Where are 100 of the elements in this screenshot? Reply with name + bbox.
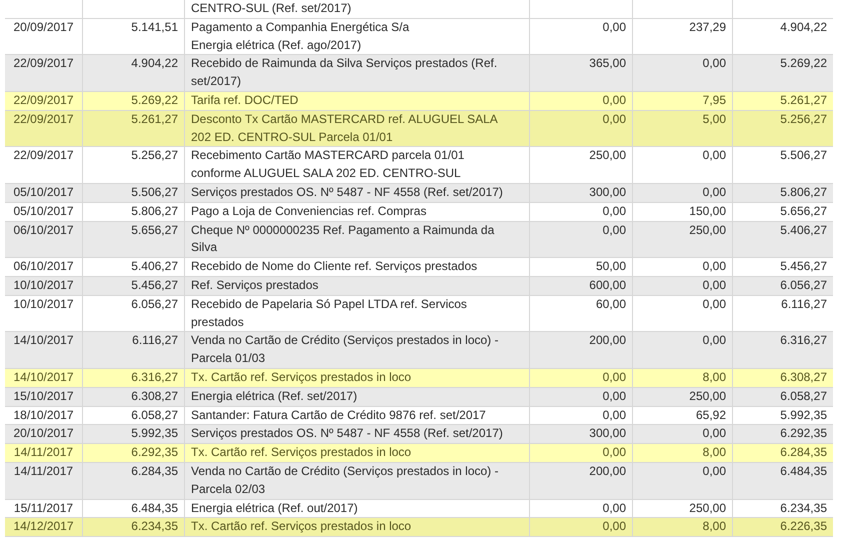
balance-cell: 5.256,27 [780,112,827,126]
amount-cell: 5.269,22 [131,92,178,107]
balance-cell: 6.116,27 [781,296,827,311]
amount-cell: 200,00 [589,464,626,478]
amount-cell: 0,00 [602,112,626,126]
amount-cell: 237,29 [689,20,726,34]
amount-cell: 0,00 [602,204,626,218]
amount-cell: 5.261,27 [131,112,178,126]
amount-cell: 200,00 [589,333,626,348]
amount-cell: 0,00 [702,296,726,311]
amount-cell: 0,00 [702,184,726,199]
balance-cell: 6.484,35 [780,464,827,478]
amount-cell: 0,00 [702,259,726,274]
amount-cell: 5.141,51 [131,20,178,34]
amount-cell: 0,00 [602,92,626,107]
amount-cell: 6.284,35 [131,464,178,478]
amount-cell: 0,00 [702,333,726,348]
date-cell: 20/09/2017 [13,20,74,34]
description-cell-text: Serviços prestados OS. Nº 5487 - NF 4558 (Ref. set/2017) [191,184,503,201]
balance-cell: 5.269,22 [780,56,827,70]
amount-cell: 8,00 [702,370,726,384]
description-cell-text: Pago a Loja de Conveniencias ref. Compras [191,202,426,220]
amount-cell: 6.308,27 [131,388,178,403]
balance-cell: 5.992,35 [780,408,827,422]
amount-cell: 0,00 [702,426,726,440]
amount-cell: 250,00 [689,500,726,515]
amount-cell: 6.292,35 [131,445,178,460]
description-cell-text: Desconto Tx Cartão MASTERCARD ref. ALUGUEL SALA 202 ED. CENTRO-SUL Parcela 01/01 [191,110,498,146]
amount-cell: 5.406,27 [131,259,178,274]
date-cell: 18/10/2017 [13,408,74,422]
amount-cell: 5.256,27 [131,148,178,162]
amount-cell: 250,00 [589,148,626,162]
date-cell: 06/10/2017 [13,222,74,237]
amount-cell: 0,00 [702,56,726,70]
amount-cell: 4.904,22 [131,56,178,70]
balance-cell: 6.284,35 [780,445,827,460]
amount-cell: 0,00 [702,464,726,478]
amount-cell: 8,00 [702,445,726,460]
balance-cell: 6.234,35 [780,500,827,515]
amount-cell: 0,00 [702,278,726,292]
amount-cell: 0,00 [702,148,726,162]
amount-cell: 6.484,35 [131,500,178,515]
date-cell: 15/11/2017 [14,500,74,515]
balance-cell: 6.226,35 [780,519,827,534]
amount-cell: 5.456,27 [131,278,178,292]
description-cell-text: Energia elétrica (Ref. out/2017) [191,500,358,517]
balance-cell: 5.261,27 [780,92,827,107]
amount-cell: 150,00 [689,204,726,218]
date-cell: 22/09/2017 [13,92,74,107]
description-cell-text: Venda no Cartão de Crédito (Serviços prestados in loco) - Parcela 01/03 [191,332,498,368]
amount-cell: 8,00 [702,519,726,534]
amount-cell: 60,00 [596,296,626,311]
description-cell-text: CENTRO-SUL (Ref. set/2017) [191,0,352,17]
description-cell-text: Recebimento Cartão MASTERCARD parcela 01/01 conforme ALUGUEL SALA 202 ED. CENTRO-SUL [191,147,464,182]
description-cell-text: Tx. Cartão ref. Serviços prestados in loco [191,444,412,462]
amount-cell: 600,00 [589,278,626,292]
description-cell-text: Recebido de Nome do Cliente ref. Serviços prestados [191,258,478,276]
balance-cell: 6.316,27 [780,333,827,348]
amount-cell: 300,00 [589,184,626,199]
amount-cell: 65,92 [696,408,726,422]
date-cell: 14/10/2017 [13,370,74,384]
balance-cell: 6.308,27 [780,370,827,384]
balance-cell: 4.904,22 [780,20,827,34]
amount-cell: 250,00 [689,222,726,237]
amount-cell: 5,00 [702,112,726,126]
amount-cell: 0,00 [602,222,626,237]
date-cell: 14/11/2017 [14,464,74,478]
amount-cell: 300,00 [589,426,626,440]
date-cell: 14/10/2017 [13,333,74,348]
description-cell-text: Venda no Cartão de Crédito (Serviços prestados in loco) - Parcela 02/03 [191,462,498,498]
amount-cell: 250,00 [689,388,726,403]
description-cell-text: Pagamento a Companhia Energética S/a Energia elétrica (Ref. ago/2017) [191,18,410,54]
description-cell-text: Santander: Fatura Cartão de Crédito 9876 ref. set/2017 [191,406,486,424]
description-cell-text: Recebido de Papelaria Só Papel LTDA ref. Servicos prestados [191,296,467,331]
date-cell: 14/12/2017 [13,519,74,534]
date-cell: 22/09/2017 [13,56,74,70]
balance-cell: 5.406,27 [780,222,827,237]
amount-cell: 365,00 [589,56,626,70]
amount-cell: 0,00 [602,519,626,534]
date-cell: 15/10/2017 [13,388,74,403]
date-cell: 20/10/2017 [13,426,74,440]
amount-cell: 6.316,27 [131,370,178,384]
date-cell: 10/10/2017 [13,296,74,311]
amount-cell: 50,00 [596,259,626,274]
balance-cell: 5.656,27 [780,204,827,218]
date-cell: 06/10/2017 [13,259,74,274]
description-cell-text: Cheque Nº 0000000235 Ref. Pagamento a Raimunda da Silva [191,222,494,256]
amount-cell: 0,00 [602,408,626,422]
date-cell: 22/09/2017 [13,112,74,126]
description-cell-text: Tx. Cartão ref. Serviços prestados in loco [191,368,412,386]
balance-cell: 6.058,27 [780,388,827,403]
amount-cell: 7,95 [702,92,726,107]
amount-cell: 6.116,27 [132,333,178,348]
amount-cell: 0,00 [602,20,626,34]
date-cell: 22/09/2017 [13,148,74,162]
description-cell-text: Energia elétrica (Ref. set/2017) [191,388,358,405]
description-cell-text: Recebido de Raimunda da Silva Serviços prestados (Ref. set/2017) [191,55,498,90]
amount-cell: 6.234,35 [131,519,178,534]
amount-cell: 0,00 [602,388,626,403]
date-cell: 05/10/2017 [13,184,74,199]
